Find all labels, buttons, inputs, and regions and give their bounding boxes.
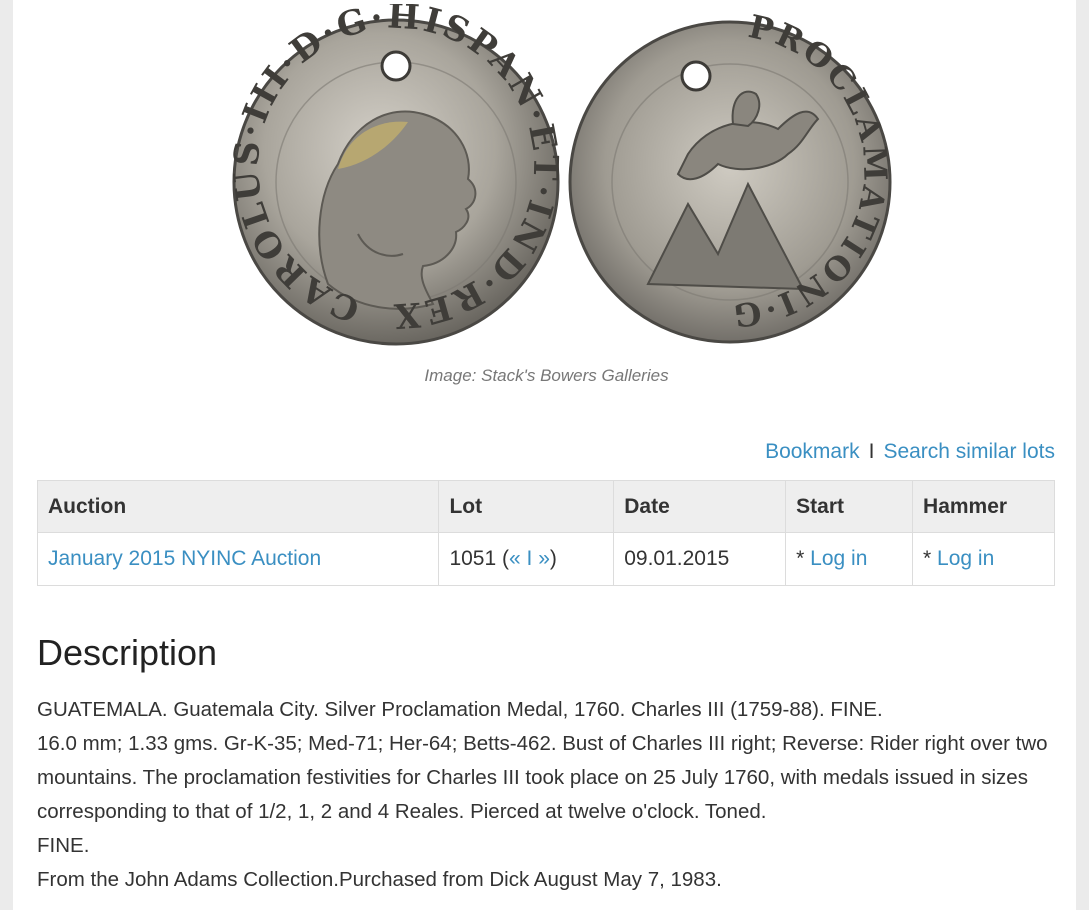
description-line: 16.0 mm; 1.33 gms. Gr-K-35; Med-71; Her-… xyxy=(37,732,1048,823)
description-line: FINE. xyxy=(37,834,90,857)
hammer-login-link[interactable]: Log in xyxy=(937,547,994,570)
search-similar-lots-link[interactable]: Search similar lots xyxy=(883,440,1055,463)
column-header-auction: Auction xyxy=(36,480,440,533)
lot-page: CAROLUS·III·D·G·HISPAN·ET·IND·REX PROCLA… xyxy=(13,0,1076,910)
column-header-date: Date xyxy=(613,480,787,533)
lot-cell: 1051 (« I ») xyxy=(438,532,615,586)
column-header-hammer: Hammer xyxy=(912,480,1055,533)
start-cell: * Log in xyxy=(785,532,914,586)
description-line: From the John Adams Collection.Purchased… xyxy=(37,868,722,891)
start-asterisk: * xyxy=(796,547,811,570)
hammer-asterisk: * xyxy=(923,547,938,570)
column-header-lot: Lot xyxy=(438,480,615,533)
description-heading: Description xyxy=(37,632,218,673)
start-login-link[interactable]: Log in xyxy=(810,547,867,570)
table-row: January 2015 NYINC Auction 1051 (« I ») … xyxy=(36,532,1055,586)
auction-cell: January 2015 NYINC Auction xyxy=(36,532,440,586)
table-header-row: Auction Lot Date Start Hammer xyxy=(36,480,1055,533)
bookmark-link[interactable]: Bookmark xyxy=(765,440,860,463)
description-line: GUATEMALA. Guatemala City. Silver Procla… xyxy=(37,698,883,721)
coin-image: CAROLUS·III·D·G·HISPAN·ET·IND·REX PROCLA… xyxy=(218,4,892,346)
next-lot-link[interactable]: » xyxy=(538,547,550,570)
lot-number: 1051 xyxy=(449,547,497,570)
description-text: GUATEMALA. Guatemala City. Silver Procla… xyxy=(37,693,1057,897)
previous-lot-link[interactable]: « xyxy=(509,547,521,570)
auction-link[interactable]: January 2015 NYINC Auction xyxy=(48,547,321,570)
column-header-start: Start xyxy=(785,480,914,533)
image-caption: Image: Stack's Bowers Galleries xyxy=(424,366,669,385)
hammer-cell: * Log in xyxy=(912,532,1055,586)
lot-actions: Bookmark I Search similar lots xyxy=(765,440,1055,464)
lot-table: Auction Lot Date Start Hammer January 20… xyxy=(36,480,1055,586)
lot-list-link[interactable]: I xyxy=(527,547,533,570)
obverse-coin: CAROLUS·III·D·G·HISPAN·ET·IND·REX xyxy=(226,4,562,346)
date-cell: 09.01.2015 xyxy=(613,532,787,586)
pierced-hole xyxy=(680,60,712,92)
pierced-hole xyxy=(380,50,412,82)
action-separator: I xyxy=(868,440,875,463)
